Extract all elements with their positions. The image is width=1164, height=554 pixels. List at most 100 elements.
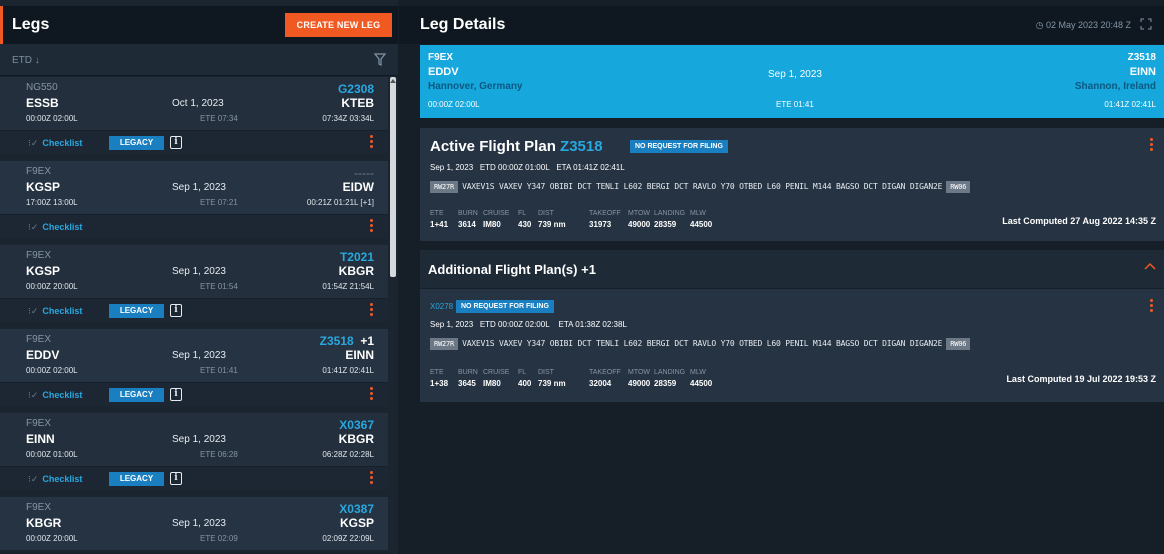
stat-value-landing: 28359 <box>654 220 677 229</box>
leg-departure-times: 00:00Z 20:00L <box>26 282 78 291</box>
leg-trip-link[interactable]: T2021 <box>340 250 374 264</box>
legacy-button[interactable]: LEGACY <box>109 304 164 318</box>
leg-card[interactable]: F9EX KGSP 00:00Z 20:00L Sep 1, 2023 ETE … <box>0 245 388 322</box>
legacy-button[interactable]: LEGACY <box>109 472 164 486</box>
checklist-label: Checklist <box>42 474 83 484</box>
info-icon[interactable]: i <box>170 136 182 149</box>
stat-value-ete: 1+41 <box>430 220 449 229</box>
leg-departure: ESSB <box>26 96 59 110</box>
leg-aircraft: NG550 <box>26 82 58 93</box>
kebab-menu-icon[interactable] <box>370 387 374 403</box>
stat-value-fl: 400 <box>518 379 532 388</box>
summary-trip: Z3518 <box>1127 52 1156 63</box>
leg-card-footer: ⁝✓ Checklist LEGACY i <box>0 298 388 322</box>
leg-departure: KBGR <box>26 516 62 530</box>
leg-card[interactable]: F9EX EINN 00:00Z 01:00L Sep 1, 2023 ETE … <box>0 413 388 490</box>
leg-card[interactable]: F9EX KBGR 00:00Z 20:00L Sep 1, 2023 ETE … <box>0 497 388 550</box>
legs-scrollbar[interactable] <box>388 77 398 554</box>
summary-departure-city: Hannover, Germany <box>428 81 523 92</box>
kebab-menu-icon[interactable] <box>370 303 374 319</box>
leg-details-title: Leg Details <box>420 16 506 33</box>
additional-plan-route: RW27R VAXEV1S VAXEV Y347 OBIBI DCT TENLI … <box>430 338 971 350</box>
leg-arrival: KGSP <box>339 516 374 530</box>
additional-flight-plan: X0278 NO REQUEST FOR FILING Sep 1, 2023 … <box>420 289 1164 402</box>
leg-card-main[interactable]: F9EX KBGR 00:00Z 20:00L Sep 1, 2023 ETE … <box>0 497 388 550</box>
chevron-up-icon[interactable] <box>1144 262 1156 270</box>
additional-plan-date: Sep 1, 2023 <box>430 320 474 329</box>
additional-plan-etd: ETD 00:00Z 02:00L <box>479 320 550 329</box>
scrollbar-thumb[interactable] <box>390 77 396 277</box>
leg-aircraft: F9EX <box>26 334 52 345</box>
sort-label: ETD <box>12 55 32 66</box>
stat-label-ete: ETE <box>430 210 444 217</box>
arrival-runway: RW06 <box>946 181 971 193</box>
additional-flight-plans-header[interactable]: Additional Flight Plan(s) +1 <box>420 250 1164 288</box>
stat-value-mtow: 49000 <box>628 220 651 229</box>
legacy-button[interactable]: LEGACY <box>109 136 164 150</box>
kebab-menu-icon[interactable] <box>370 219 374 235</box>
leg-card-footer: ⁝✓ Checklist <box>0 214 388 238</box>
filter-icon[interactable] <box>374 53 386 66</box>
leg-card-main[interactable]: NG550 ESSB 00:00Z 02:00L Oct 1, 2023 ETE… <box>0 77 388 130</box>
legs-title: Legs <box>12 16 50 33</box>
stat-label-landing: LANDING <box>654 369 686 376</box>
checklist-icon: ⁝✓ <box>28 138 39 148</box>
checklist-link[interactable]: ⁝✓ Checklist <box>28 138 82 149</box>
scroll-up-arrow-icon[interactable] <box>390 79 396 83</box>
stat-value-burn: 3645 <box>458 379 476 388</box>
leg-card-main[interactable]: F9EX KGSP 17:00Z 13:00L Sep 1, 2023 ETE … <box>0 161 388 214</box>
leg-arrival-times: 01:54Z 21:54L <box>322 282 374 291</box>
stat-label-burn: BURN <box>458 369 478 376</box>
additional-plan-trip-link[interactable]: X0278 <box>430 302 453 311</box>
leg-card-main[interactable]: F9EX EDDV 00:00Z 02:00L Sep 1, 2023 ETE … <box>0 329 388 382</box>
leg-details-header: Leg Details ◷ 02 May 2023 20:48 Z <box>399 6 1164 44</box>
leg-trip-placeholder: ----- <box>354 166 374 180</box>
leg-trip-link[interactable]: X0367 <box>339 418 374 432</box>
checklist-link[interactable]: ⁝✓ Checklist <box>28 306 82 317</box>
additional-flight-plans-title: Additional Flight Plan(s) +1 <box>428 262 596 277</box>
legacy-button[interactable]: LEGACY <box>109 388 164 402</box>
active-plan-trip-link[interactable]: Z3518 <box>560 138 603 155</box>
leg-card[interactable]: NG550 ESSB 00:00Z 02:00L Oct 1, 2023 ETE… <box>0 77 388 154</box>
no-request-filing-badge: NO REQUEST FOR FILING <box>456 300 554 313</box>
additional-plan-kebab-icon[interactable] <box>1150 299 1154 315</box>
create-new-leg-button[interactable]: CREATE NEW LEG <box>285 13 392 37</box>
info-icon[interactable]: i <box>170 388 182 401</box>
checklist-link[interactable]: ⁝✓ Checklist <box>28 222 82 233</box>
leg-arrival: KTEB <box>341 96 374 110</box>
leg-card-main[interactable]: F9EX KGSP 00:00Z 20:00L Sep 1, 2023 ETE … <box>0 245 388 298</box>
stat-value-ete: 1+38 <box>430 379 449 388</box>
leg-arrival-times: 06:28Z 02:28L <box>322 450 374 459</box>
leg-card[interactable]: F9EX KGSP 17:00Z 13:00L Sep 1, 2023 ETE … <box>0 161 388 238</box>
info-icon[interactable]: i <box>170 304 182 317</box>
checklist-link[interactable]: ⁝✓ Checklist <box>28 474 82 485</box>
sort-etd-button[interactable]: ETD ↓ <box>12 55 40 66</box>
leg-arrival-times: 02:09Z 22:09L <box>322 534 374 543</box>
route-string: VAXEV1S VAXEV Y347 OBIBI DCT TENLI L602 … <box>462 182 943 191</box>
kebab-menu-icon[interactable] <box>370 471 374 487</box>
info-icon[interactable]: i <box>170 472 182 485</box>
leg-departure: EINN <box>26 432 55 446</box>
stat-value-takeoff: 31973 <box>589 220 612 229</box>
additional-plan-times: Sep 1, 2023 ETD 00:00Z 02:00L ETA 01:38Z… <box>430 320 627 329</box>
kebab-menu-icon[interactable] <box>370 135 374 151</box>
stat-label-fl: FL <box>518 210 527 217</box>
leg-trip-link[interactable]: Z3518 +1 <box>320 334 374 348</box>
active-plan-eta: ETA 01:41Z 02:41L <box>556 163 625 172</box>
leg-trip-link[interactable]: X0387 <box>339 502 374 516</box>
leg-ete: ETE 02:09 <box>200 534 238 543</box>
leg-aircraft: F9EX <box>26 418 52 429</box>
expand-icon[interactable] <box>1140 18 1152 30</box>
active-plan-kebab-icon[interactable] <box>1150 138 1154 154</box>
stat-value-mlw: 44500 <box>690 379 713 388</box>
stat-value-mlw: 44500 <box>690 220 713 229</box>
checklist-link[interactable]: ⁝✓ Checklist <box>28 390 82 401</box>
leg-trip-link[interactable]: G2308 <box>338 82 374 96</box>
stat-label-dist: DIST <box>538 369 554 376</box>
summary-ete: ETE 01:41 <box>776 100 814 109</box>
legs-header: Legs CREATE NEW LEG <box>0 6 398 44</box>
stat-value-landing: 28359 <box>654 379 677 388</box>
leg-card[interactable]: F9EX EDDV 00:00Z 02:00L Sep 1, 2023 ETE … <box>0 329 388 406</box>
leg-card-main[interactable]: F9EX EINN 00:00Z 01:00L Sep 1, 2023 ETE … <box>0 413 388 466</box>
leg-arrival-times: 07:34Z 03:34L <box>322 114 374 123</box>
